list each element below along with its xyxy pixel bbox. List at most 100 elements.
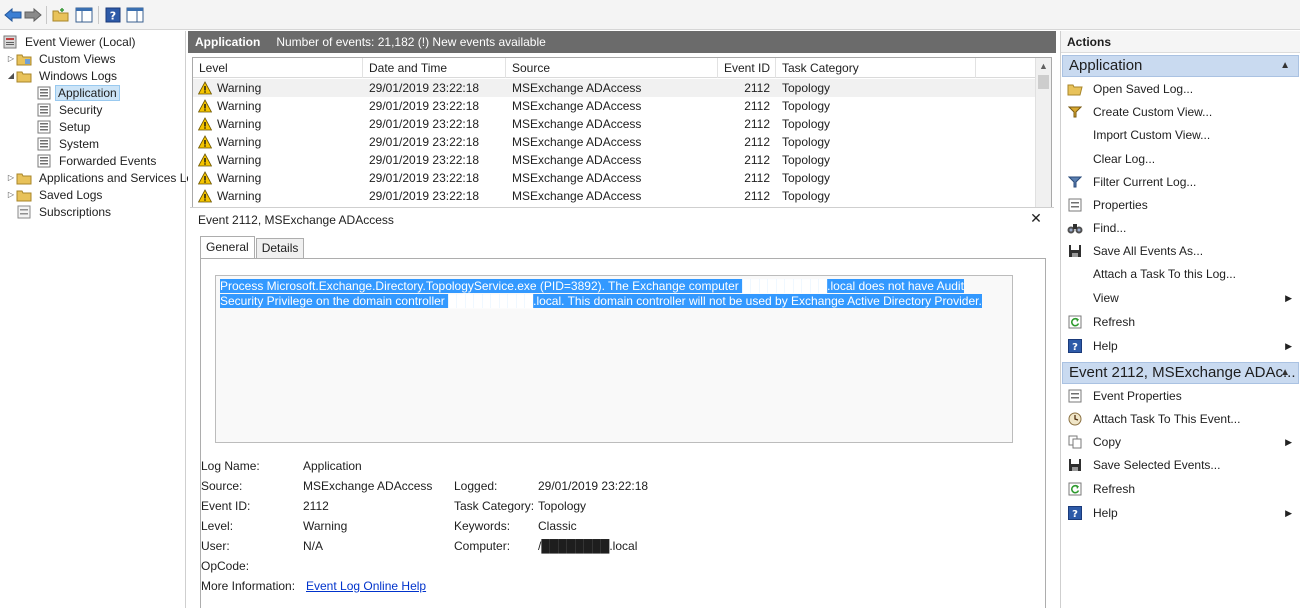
- event-description-box[interactable]: Process Microsoft.Exchange.Directory.Top…: [215, 275, 1013, 443]
- action-help[interactable]: ? Help ▶: [1062, 335, 1298, 357]
- action-refresh[interactable]: Refresh: [1062, 311, 1298, 333]
- cell-source: MSExchange ADAccess: [512, 81, 642, 95]
- blank-icon: [1067, 266, 1083, 282]
- folder-icon: [16, 187, 32, 203]
- binoculars-icon: [1067, 220, 1083, 236]
- tree-label: System: [59, 136, 100, 151]
- filter-icon: [1067, 174, 1083, 190]
- help-button[interactable]: ?: [102, 4, 124, 26]
- cell-event-id: 2112: [744, 153, 770, 167]
- actions-section-event[interactable]: Event 2112, MSExchange ADAc... ▲: [1062, 362, 1299, 384]
- column-header-source[interactable]: Source: [506, 58, 718, 78]
- save-icon: [1067, 243, 1083, 259]
- tree-item-subscriptions[interactable]: Subscriptions: [16, 203, 115, 220]
- expand-arrow-icon[interactable]: ▷: [6, 54, 16, 63]
- action-refresh-event[interactable]: Refresh: [1062, 478, 1298, 500]
- expand-arrow-icon[interactable]: ▷: [6, 190, 16, 199]
- tree-item-forwarded-events[interactable]: Forwarded Events: [36, 152, 160, 169]
- table-row[interactable]: Warning 29/01/2019 23:22:18 MSExchange ADA…: [193, 79, 1037, 97]
- tree-label: Custom Views: [39, 51, 116, 66]
- tree-item-custom-views[interactable]: ▷ Custom Views: [6, 50, 119, 67]
- close-icon[interactable]: ✕: [1028, 210, 1044, 227]
- submenu-arrow-icon: ▶: [1285, 292, 1292, 303]
- action-create-custom-view[interactable]: Create Custom View...: [1062, 101, 1298, 123]
- tree-item-windows-logs[interactable]: ◢ Windows Logs: [6, 67, 121, 84]
- tree-item-event-viewer[interactable]: Event Viewer (Local): [2, 33, 140, 50]
- folder-up-icon: [52, 8, 69, 22]
- tree-label: Forwarded Events: [59, 153, 157, 168]
- back-button[interactable]: [2, 4, 24, 26]
- table-row[interactable]: Warning 29/01/2019 23:22:18 MSExchange ADA…: [193, 187, 1037, 205]
- action-import-custom-view[interactable]: Import Custom View...: [1062, 124, 1298, 146]
- cell-level: Warning: [217, 99, 262, 113]
- action-find[interactable]: Find...: [1062, 217, 1298, 239]
- filter-icon: [1067, 104, 1083, 120]
- cell-level: Warning: [217, 117, 262, 131]
- level-label: Level:: [201, 519, 234, 533]
- tab-details[interactable]: Details: [255, 238, 305, 258]
- table-row[interactable]: Warning 29/01/2019 23:22:18 MSExchange ADA…: [193, 133, 1037, 151]
- refresh-icon: [1067, 481, 1083, 497]
- cell-source: MSExchange ADAccess: [512, 153, 642, 167]
- table-row[interactable]: Warning 29/01/2019 23:22:18 MSExchange ADA…: [193, 97, 1037, 115]
- expand-arrow-icon[interactable]: ▷: [6, 173, 16, 182]
- forward-button[interactable]: [22, 4, 44, 26]
- column-header-date[interactable]: Date and Time: [363, 58, 506, 78]
- log-header: Application Number of events: 21,182 (!)…: [188, 31, 1056, 53]
- forward-arrow-icon: [24, 7, 42, 23]
- tree-item-system[interactable]: System: [36, 135, 103, 152]
- collapse-arrow-icon[interactable]: ◢: [6, 71, 16, 80]
- action-save-selected-events[interactable]: Save Selected Events...: [1062, 454, 1298, 476]
- tree-item-applications-services[interactable]: ▷ Applications and Services Lo: [6, 169, 197, 186]
- tree-item-saved-logs[interactable]: ▷ Saved Logs: [6, 186, 106, 203]
- action-view[interactable]: View ▶: [1062, 287, 1298, 309]
- properties-icon: [1067, 388, 1083, 404]
- collapse-up-icon[interactable]: ▲: [1280, 56, 1290, 76]
- cell-source: MSExchange ADAccess: [512, 189, 642, 203]
- event-count: Number of events: 21,182 (!) New events …: [276, 35, 546, 49]
- tree-item-application[interactable]: Application: [36, 84, 120, 101]
- action-clear-log[interactable]: Clear Log...: [1062, 148, 1298, 170]
- tree-item-setup[interactable]: Setup: [36, 118, 94, 135]
- cell-task-category: Topology: [782, 81, 831, 95]
- vertical-scrollbar[interactable]: ▲ ▼: [1035, 58, 1051, 232]
- cell-level: Warning: [217, 189, 262, 203]
- section-title: Application: [1069, 57, 1143, 74]
- keywords-value: Classic: [538, 519, 577, 533]
- cell-date: 29/01/2019 23:22:18: [369, 189, 480, 203]
- column-header-level[interactable]: Level: [193, 58, 363, 78]
- action-label: Help: [1093, 506, 1118, 520]
- show-hide-action-pane-button[interactable]: [124, 4, 146, 26]
- action-label: Open Saved Log...: [1093, 82, 1194, 96]
- column-header-event-id[interactable]: Event ID: [718, 58, 776, 78]
- table-row[interactable]: Warning 29/01/2019 23:22:18 MSExchange ADA…: [193, 115, 1037, 133]
- action-properties[interactable]: Properties: [1062, 194, 1298, 216]
- event-id-value: 2112: [303, 499, 329, 513]
- actions-section-application[interactable]: Application ▲: [1062, 55, 1299, 77]
- tree-item-security[interactable]: Security: [36, 101, 106, 118]
- open-folder-button[interactable]: [50, 4, 72, 26]
- action-filter-current-log[interactable]: Filter Current Log...: [1062, 171, 1298, 193]
- action-attach-task-event[interactable]: Attach Task To This Event...: [1062, 408, 1298, 430]
- action-save-all-events-as[interactable]: Save All Events As...: [1062, 240, 1298, 262]
- event-log-online-help-link[interactable]: Event Log Online Help: [306, 579, 426, 593]
- show-hide-tree-button[interactable]: [73, 4, 95, 26]
- table-row[interactable]: Warning 29/01/2019 23:22:18 MSExchange ADA…: [193, 169, 1037, 187]
- scroll-up-icon[interactable]: ▲: [1036, 58, 1051, 74]
- cell-task-category: Topology: [782, 99, 831, 113]
- action-help-event[interactable]: ? Help ▶: [1062, 502, 1298, 524]
- refresh-icon: [1067, 314, 1083, 330]
- action-event-properties[interactable]: Event Properties: [1062, 385, 1298, 407]
- table-row[interactable]: Warning 29/01/2019 23:22:18 MSExchange ADA…: [193, 151, 1037, 169]
- tab-general[interactable]: General: [200, 236, 255, 258]
- open-folder-icon: [1067, 81, 1083, 97]
- action-attach-task-log[interactable]: Attach a Task To this Log...: [1062, 263, 1298, 285]
- event-description[interactable]: Process Microsoft.Exchange.Directory.Top…: [220, 279, 982, 308]
- cell-event-id: 2112: [744, 171, 770, 185]
- action-copy[interactable]: Copy ▶: [1062, 431, 1298, 453]
- action-open-saved-log[interactable]: Open Saved Log...: [1062, 78, 1298, 100]
- column-header-task-category[interactable]: Task Category: [776, 58, 976, 78]
- scroll-thumb[interactable]: [1038, 75, 1049, 89]
- blank-icon: [1067, 127, 1083, 143]
- collapse-up-icon[interactable]: ▲: [1280, 363, 1290, 383]
